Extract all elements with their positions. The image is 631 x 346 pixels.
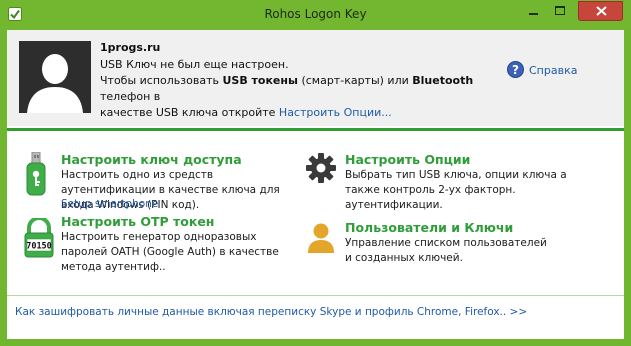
encrypt-data-link[interactable]: Как зашифровать личные данные включая пе… bbox=[15, 306, 527, 318]
tile-configure-otp[interactable]: 70150 Настроить OTP токен Настроить гене… bbox=[7, 214, 307, 274]
status-text-part: Чтобы использовать bbox=[100, 74, 223, 87]
minimize-icon bbox=[529, 13, 538, 15]
tile-description: Управление списком пользователей и созда… bbox=[345, 237, 547, 264]
setup-smartphone-link[interactable]: Setup smartphone bbox=[61, 198, 158, 210]
help-link[interactable]: Справка bbox=[529, 64, 577, 77]
tile-description: Выбрать тип USB ключа, опции ключа а так… bbox=[345, 169, 567, 211]
status-line-2: Чтобы использовать USB токены (смарт-кар… bbox=[100, 73, 520, 105]
footer-divider bbox=[7, 295, 624, 296]
gear-icon bbox=[306, 153, 336, 183]
status-line-3: качестве USB ключа откройте Настроить Оп… bbox=[100, 105, 520, 121]
maximize-button[interactable] bbox=[547, 1, 573, 21]
app-window: Rohos Logon Key 1progs.ru USB Ключ не бы… bbox=[0, 0, 631, 346]
user-avatar-icon bbox=[19, 41, 91, 113]
bluetooth-text: Bluetooth bbox=[412, 74, 474, 87]
tile-title[interactable]: Настроить Опции bbox=[345, 152, 470, 167]
help-icon[interactable]: ? bbox=[507, 61, 524, 78]
tile-title[interactable]: Пользователи и Ключи bbox=[345, 220, 513, 235]
tile-configure-access-key[interactable]: Настроить ключ доступа Настроить одно из… bbox=[7, 148, 307, 211]
usb-key-icon bbox=[26, 152, 46, 196]
tile-title[interactable]: Настроить OTP токен bbox=[61, 214, 214, 229]
otp-token-digits: 70150 bbox=[26, 242, 52, 252]
configure-options-link[interactable]: Настроить Опции... bbox=[279, 106, 392, 119]
close-icon bbox=[596, 6, 607, 16]
account-header: 1progs.ru USB Ключ не был еще настроен. … bbox=[7, 30, 624, 126]
tile-title[interactable]: Настроить ключ доступа bbox=[61, 152, 242, 167]
key-status-text: USB Ключ не был еще настроен. Чтобы испо… bbox=[100, 57, 520, 121]
minimize-button[interactable] bbox=[520, 1, 546, 21]
status-text-part: качестве USB ключа откройте bbox=[100, 106, 279, 119]
close-button[interactable] bbox=[578, 1, 623, 21]
header-divider bbox=[7, 128, 624, 131]
status-text-part: телефон в bbox=[100, 90, 161, 103]
user-icon bbox=[308, 223, 334, 253]
tile-users-and-keys[interactable]: Пользователи и Ключи Управление списком … bbox=[303, 214, 603, 274]
tile-description: Настроить генератор одноразовых паролей … bbox=[61, 231, 279, 273]
account-name: 1progs.ru bbox=[100, 41, 161, 54]
status-text-part: (смарт-карты) или bbox=[297, 74, 413, 87]
tile-configure-options[interactable]: Настроить Опции Выбрать тип USB ключа, о… bbox=[303, 148, 603, 211]
usb-tokens-text: USB токены bbox=[222, 74, 298, 87]
client-area: 1progs.ru USB Ключ не был еще настроен. … bbox=[7, 30, 624, 339]
title-bar[interactable]: Rohos Logon Key bbox=[0, 0, 631, 30]
otp-token-icon: 70150 bbox=[24, 218, 54, 258]
svg-text:?: ? bbox=[512, 63, 519, 77]
status-line-1: USB Ключ не был еще настроен. bbox=[100, 58, 289, 71]
maximize-icon bbox=[555, 6, 565, 15]
